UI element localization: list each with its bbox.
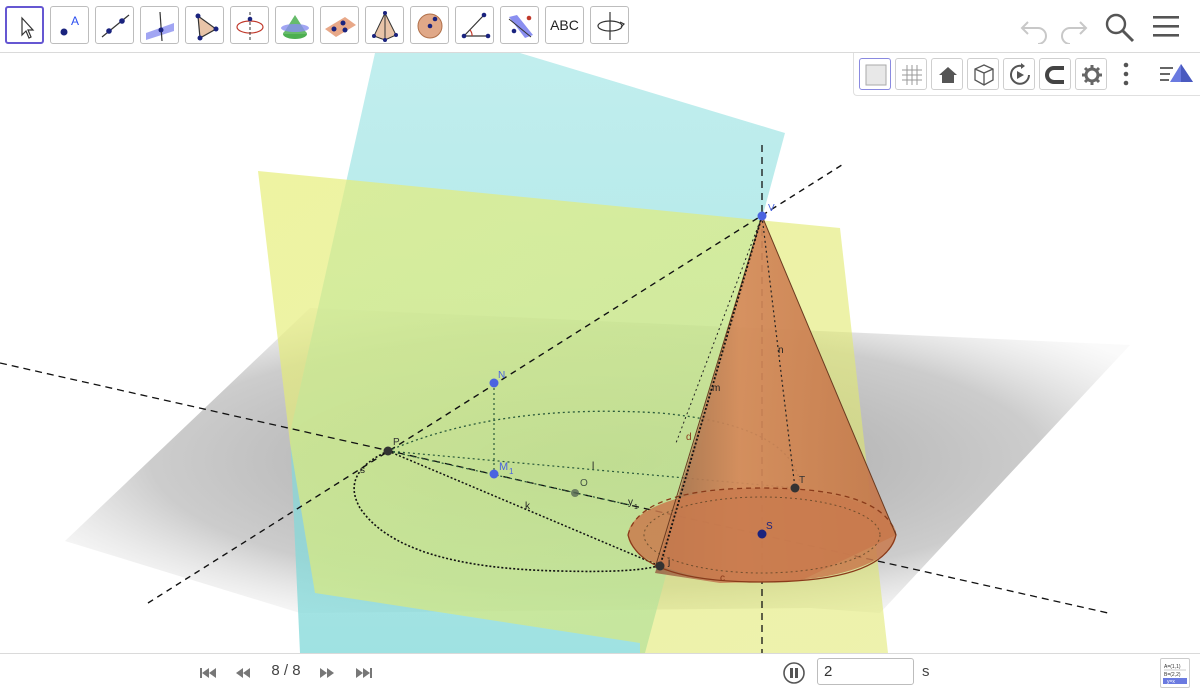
point-o[interactable] — [571, 489, 579, 497]
perpendicular-icon — [146, 11, 174, 42]
label-d-line: d — [686, 432, 692, 443]
last-slide-icon[interactable] — [354, 664, 374, 682]
next-slide-icon[interactable] — [317, 664, 337, 682]
more-vertical-icon[interactable] — [1116, 58, 1136, 90]
point-tool-button[interactable]: A — [50, 6, 89, 44]
graphics-3d-view-icon[interactable] — [1157, 58, 1195, 90]
label-m-line: m — [712, 383, 720, 394]
playback-bar: 8 / 8 2 s A=(1,1) B=(2,2) y=x — [0, 653, 1200, 691]
perpendicular-line-tool-button[interactable] — [140, 6, 179, 44]
line-icon — [101, 14, 130, 38]
toolbar: A ABC — [0, 0, 1200, 53]
background-color-icon — [865, 64, 887, 86]
undo-icon[interactable] — [1018, 10, 1052, 44]
graphics-3d-view[interactable]: V P N M 1 O T S y 1 n m d l k c s j — [0, 53, 1200, 653]
search-icon[interactable] — [1102, 10, 1136, 44]
svg-text:A: A — [71, 14, 79, 28]
point-v[interactable] — [757, 211, 767, 221]
slide-counter: 8 / 8 — [271, 662, 301, 679]
text-tool-label: ABC — [550, 17, 579, 33]
point-icon: A — [60, 14, 79, 36]
style-bar — [853, 53, 1200, 96]
point-lower[interactable] — [655, 561, 665, 571]
graphics-3d-svg[interactable]: V P N M 1 O T S y 1 n m d l k c s j — [0, 53, 1200, 653]
label-m1-sub: 1 — [509, 467, 514, 476]
pause-icon[interactable] — [782, 661, 806, 685]
view-cube-button[interactable] — [967, 58, 999, 90]
algebra-view-toggle-button[interactable]: A=(1,1) B=(2,2) y=x — [1160, 658, 1190, 688]
label-s: S — [766, 521, 773, 532]
triangle-icon — [195, 13, 219, 41]
label-y1-sub: 1 — [634, 504, 638, 511]
label-v: V — [768, 203, 775, 214]
grid-icon — [902, 65, 922, 85]
label-t: T — [799, 475, 805, 486]
point-m1[interactable] — [489, 469, 499, 479]
label-y1: y — [628, 497, 633, 508]
circle-axis-icon — [236, 12, 264, 41]
reflect-tool-button[interactable] — [500, 6, 539, 44]
sphere-icon — [417, 13, 443, 39]
reflect-plane-icon — [508, 15, 533, 38]
magnet-icon — [1045, 66, 1064, 84]
previous-slide-icon[interactable] — [233, 664, 253, 682]
point-p[interactable] — [383, 446, 393, 456]
pyramid-tool-button[interactable] — [365, 6, 404, 44]
angle-icon — [461, 12, 491, 39]
animation-speed-input[interactable]: 2 — [817, 658, 914, 685]
rotate-play-icon — [1010, 63, 1030, 85]
label-l-line: l — [592, 461, 594, 472]
plane-through-points-tool-button[interactable] — [320, 6, 359, 44]
move-arrow-icon — [21, 16, 35, 39]
redo-icon[interactable] — [1056, 10, 1090, 44]
polygon-tool-button[interactable] — [185, 6, 224, 44]
settings-button[interactable] — [1075, 58, 1107, 90]
grid-button[interactable] — [895, 58, 927, 90]
cone-tool-button[interactable] — [275, 6, 314, 44]
rotate-view-tool-button[interactable] — [590, 6, 629, 44]
rotate-view-icon — [597, 12, 626, 40]
pyramid-icon — [372, 11, 398, 42]
home-button[interactable] — [931, 58, 963, 90]
label-s-circle: s — [360, 465, 365, 476]
circle-axis-tool-button[interactable] — [230, 6, 269, 44]
algebra-line-2: B=(2,2) — [1164, 672, 1181, 678]
background-color-button[interactable] — [859, 58, 891, 90]
first-slide-icon[interactable] — [198, 664, 218, 682]
sphere-tool-button[interactable] — [410, 6, 449, 44]
menu-icon[interactable] — [1150, 10, 1182, 44]
label-m1: M — [499, 461, 508, 473]
line-tool-button[interactable] — [95, 6, 134, 44]
label-p: P — [393, 437, 400, 448]
gear-icon — [1082, 65, 1102, 85]
algebra-line-1: A=(1,1) — [1164, 664, 1181, 670]
magnet-button[interactable] — [1039, 58, 1071, 90]
label-j: j — [667, 557, 670, 568]
cube-icon — [974, 64, 994, 86]
speed-unit-label: s — [922, 663, 930, 680]
label-o: O — [580, 478, 588, 489]
angle-tool-button[interactable] — [455, 6, 494, 44]
label-c: c — [720, 573, 725, 584]
move-tool-button[interactable] — [5, 6, 44, 44]
algebra-line-3: y=x — [1167, 679, 1175, 685]
label-n-line: n — [778, 345, 784, 356]
cone-icon — [281, 15, 309, 39]
home-icon — [939, 67, 957, 83]
label-n: N — [498, 370, 505, 381]
text-tool-button[interactable]: ABC — [545, 6, 584, 44]
plane-points-icon — [325, 17, 356, 37]
algebra-view-icon: A=(1,1) B=(2,2) y=x — [1163, 664, 1187, 685]
rotate-animation-button[interactable] — [1003, 58, 1035, 90]
